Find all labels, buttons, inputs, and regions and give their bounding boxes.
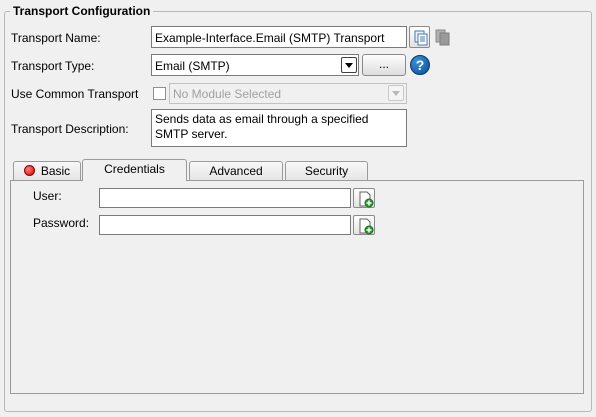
common-module-value: No Module Selected: [173, 87, 282, 101]
transport-type-label: Transport Type:: [11, 59, 95, 73]
transport-type-dropdown-button[interactable]: [341, 57, 357, 73]
tab-credentials[interactable]: Credentials: [82, 159, 187, 181]
chevron-down-icon: [345, 63, 353, 68]
copy-disabled-button: [432, 26, 453, 48]
tab-basic-label: Basic: [40, 164, 71, 178]
tab-security[interactable]: Security: [285, 161, 368, 181]
common-module-dropdown-button[interactable]: [388, 85, 404, 101]
add-document-icon: [359, 191, 374, 208]
description-line-1: Sends data as email through a specified: [155, 112, 369, 126]
common-module-select[interactable]: No Module Selected: [169, 83, 407, 104]
transport-type-browse-button[interactable]: ...: [362, 54, 406, 76]
chevron-down-icon: [392, 91, 400, 96]
common-transport-checkbox[interactable]: [153, 87, 166, 100]
error-status-icon: [23, 165, 35, 176]
transport-description-textarea[interactable]: Sends data as email through a specified …: [151, 109, 407, 147]
user-add-variable-button[interactable]: [353, 188, 375, 208]
tab-advanced-label: Advanced: [209, 164, 263, 178]
password-input[interactable]: [99, 215, 351, 235]
transport-name-input[interactable]: Example-Interface.Email (SMTP) Transport: [151, 26, 407, 48]
group-title: Transport Configuration: [10, 4, 154, 18]
transport-description-label: Transport Description:: [11, 122, 129, 136]
add-document-icon: [359, 218, 374, 235]
transport-name-label: Transport Name:: [11, 31, 101, 45]
help-icon[interactable]: ?: [410, 55, 430, 75]
copy-icon: [414, 30, 428, 46]
transport-type-select[interactable]: Email (SMTP): [151, 54, 359, 76]
copy-button[interactable]: [409, 26, 430, 48]
tab-security-label: Security: [304, 164, 349, 178]
tab-credentials-label: Credentials: [104, 162, 165, 176]
password-add-variable-button[interactable]: [353, 215, 375, 235]
common-transport-label: Use Common Transport: [11, 87, 139, 101]
user-label: User:: [33, 189, 62, 203]
user-input[interactable]: [99, 188, 351, 208]
transport-type-value: Email (SMTP): [155, 59, 230, 73]
password-label: Password:: [33, 216, 90, 230]
credentials-panel: [10, 180, 584, 394]
description-line-2: SMTP server.: [155, 127, 228, 141]
tab-advanced[interactable]: Advanced: [189, 161, 283, 181]
tab-basic[interactable]: Basic: [13, 161, 81, 181]
copy-disabled-icon: [435, 29, 450, 46]
